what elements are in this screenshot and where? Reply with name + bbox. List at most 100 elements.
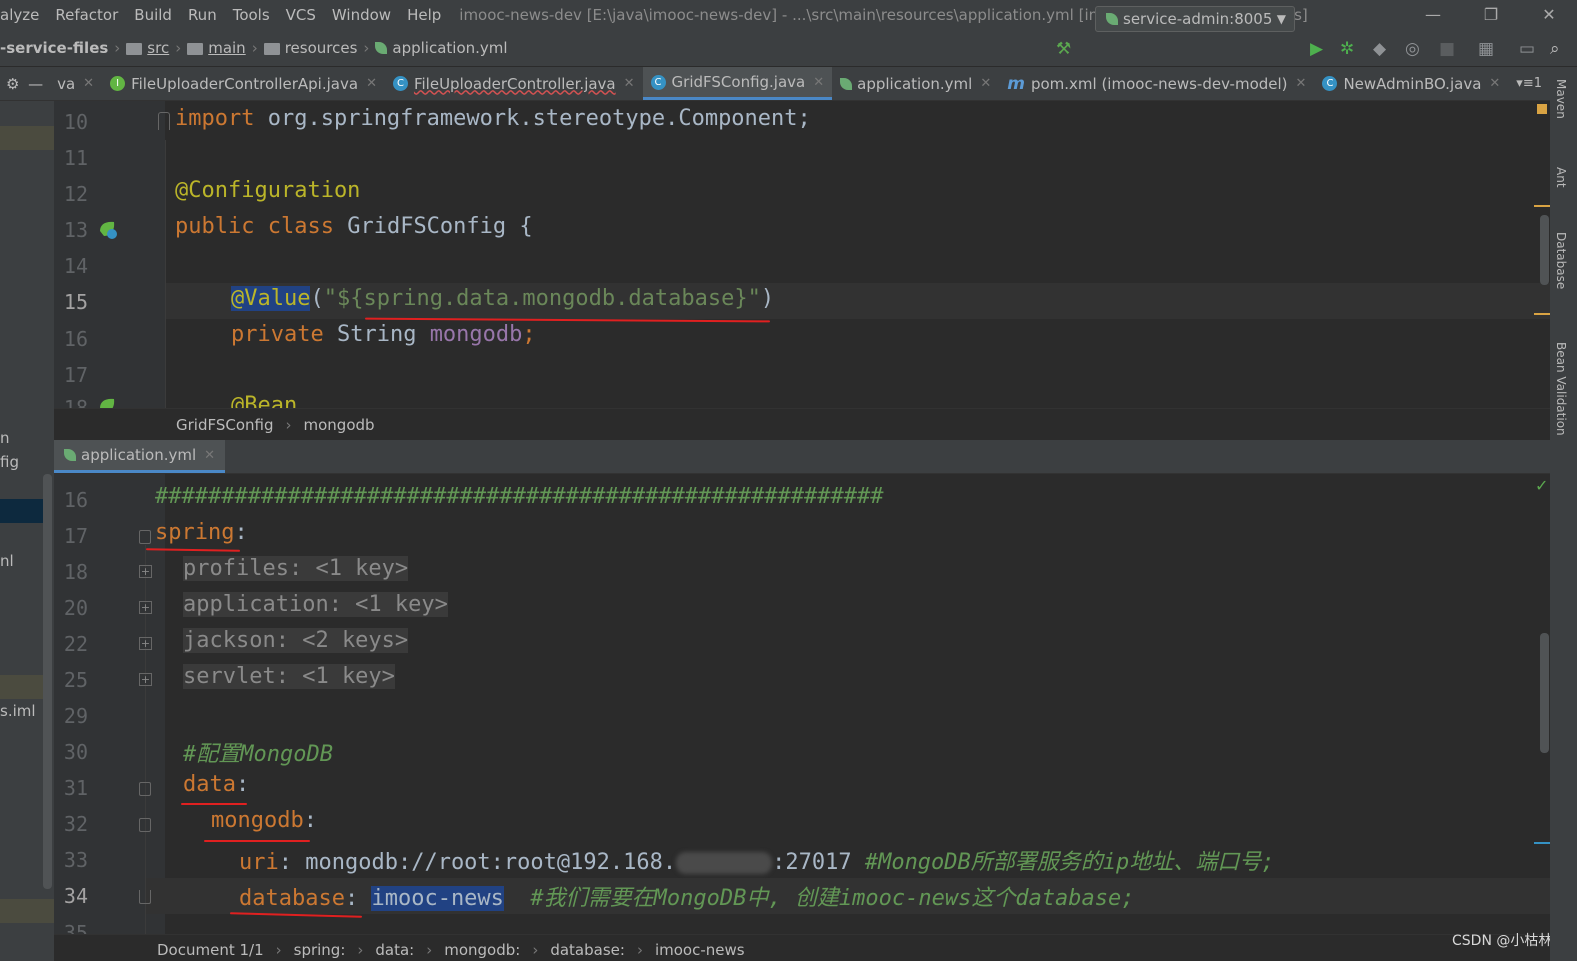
close-icon[interactable]: ✕ bbox=[204, 448, 215, 463]
right-tool-strip: Maven Ant Database Bean Validation bbox=[1550, 67, 1577, 961]
line-number: 30 bbox=[63, 740, 88, 764]
build-hammer-icon[interactable]: ⚒ bbox=[1056, 39, 1071, 59]
tabs-overflow-button[interactable]: ▾≡1 bbox=[1508, 67, 1550, 100]
ide-window: alyze Refactor Build Run Tools VCS Windo… bbox=[0, 0, 1577, 961]
debug-bug-icon[interactable]: ✲ bbox=[1340, 39, 1354, 59]
expand-plus-icon[interactable]: + bbox=[139, 673, 152, 686]
tab-newadminbo[interactable]: C NewAdminBO.java ✕ bbox=[1314, 67, 1508, 100]
tab-gridfsconfig[interactable]: C GridFSConfig.java ✕ bbox=[642, 67, 833, 100]
info-stripe-mark[interactable] bbox=[1534, 842, 1550, 844]
crumb-module[interactable]: -service-files › bbox=[0, 39, 126, 57]
yml-line-22[interactable]: jackson: <2 keys> bbox=[183, 628, 409, 653]
fold-marker-icon[interactable] bbox=[139, 782, 151, 796]
chevron-right-icon: › bbox=[114, 38, 121, 57]
tab-fileuploadercontroller[interactable]: C FileUploaderController.java ✕ bbox=[385, 67, 643, 100]
expand-plus-icon[interactable]: + bbox=[139, 601, 152, 614]
gear-icon[interactable]: ⚙ bbox=[6, 75, 19, 93]
minimize-button[interactable]: — bbox=[1413, 0, 1453, 29]
coverage-icon[interactable]: ◆ bbox=[1373, 39, 1386, 59]
yml-line-25[interactable]: servlet: <1 key> bbox=[183, 664, 395, 689]
class-icon: C bbox=[650, 74, 666, 90]
line-number: 11 bbox=[63, 146, 88, 170]
yml-line-17: spring: bbox=[155, 520, 248, 545]
close-button[interactable]: ✕ bbox=[1529, 0, 1569, 29]
breadcrumb-field[interactable]: mongodb bbox=[304, 416, 375, 434]
indent-guide bbox=[165, 140, 166, 408]
spring-bean-gutter-icon[interactable] bbox=[97, 396, 119, 408]
menu-window[interactable]: Window bbox=[324, 6, 399, 24]
fold-marker-icon[interactable] bbox=[139, 818, 151, 832]
fold-marker-icon[interactable] bbox=[139, 890, 151, 904]
crumb-resources[interactable]: resources › bbox=[263, 39, 376, 57]
menu-tools[interactable]: Tools bbox=[225, 6, 278, 24]
maven-tool-button[interactable]: Maven bbox=[1554, 79, 1568, 119]
close-icon[interactable]: ✕ bbox=[366, 76, 377, 91]
expand-plus-icon[interactable]: + bbox=[139, 637, 152, 650]
breadcrumb-yaml-key[interactable]: spring: bbox=[294, 941, 346, 959]
menu-run[interactable]: Run bbox=[180, 6, 225, 24]
search-icon[interactable]: ⌕ bbox=[1550, 39, 1560, 59]
error-stripe-mark[interactable] bbox=[1534, 313, 1550, 315]
expand-plus-icon[interactable]: + bbox=[139, 565, 152, 578]
tab-application-yml[interactable]: application.yml ✕ bbox=[832, 67, 999, 100]
line-number: 32 bbox=[63, 812, 88, 836]
profiler-icon[interactable]: ◎ bbox=[1405, 39, 1420, 59]
breadcrumb-class[interactable]: GridFSConfig bbox=[176, 416, 274, 434]
line-number: 22 bbox=[63, 632, 88, 656]
menu-vcs[interactable]: VCS bbox=[278, 6, 324, 24]
line-number: 20 bbox=[63, 596, 88, 620]
breadcrumb-yaml-value[interactable]: imooc-news bbox=[655, 941, 745, 959]
crumb-file[interactable]: application.yml bbox=[375, 39, 508, 57]
breadcrumb-document[interactable]: Document 1/1 bbox=[157, 941, 264, 959]
project-item[interactable]: n bbox=[0, 429, 10, 447]
tab-fileuploadercontrollerapi[interactable]: I FileUploaderControllerApi.java ✕ bbox=[102, 67, 385, 100]
menu-refactor[interactable]: Refactor bbox=[47, 6, 126, 24]
run-configuration-select[interactable]: service-admin:8005 ▼ bbox=[1095, 6, 1295, 32]
chevron-right-icon: › bbox=[175, 38, 182, 57]
fold-marker-icon[interactable] bbox=[139, 530, 151, 544]
layout-icon[interactable]: ▭ bbox=[1519, 39, 1535, 59]
close-icon[interactable]: ✕ bbox=[624, 76, 635, 91]
close-icon[interactable]: ✕ bbox=[83, 76, 94, 91]
project-item[interactable]: fig bbox=[0, 453, 19, 471]
tab-application-yml-split[interactable]: application.yml ✕ bbox=[54, 440, 226, 473]
database-tool-button[interactable]: Database bbox=[1554, 232, 1568, 289]
menu-build[interactable]: Build bbox=[126, 6, 180, 24]
project-structure-icon[interactable]: ▦ bbox=[1478, 39, 1494, 59]
scrollbar-thumb[interactable] bbox=[1540, 215, 1549, 285]
run-icon[interactable]: ▶ bbox=[1310, 39, 1323, 59]
scrollbar-thumb[interactable] bbox=[43, 474, 52, 889]
line-number: 14 bbox=[63, 254, 88, 278]
spring-bean-gutter-icon[interactable] bbox=[97, 219, 119, 241]
yml-line-18[interactable]: profiles: <1 key> bbox=[183, 556, 409, 581]
restore-button[interactable]: ❐ bbox=[1471, 0, 1511, 29]
ant-tool-button[interactable]: Ant bbox=[1554, 167, 1568, 188]
close-icon[interactable]: ✕ bbox=[813, 75, 824, 90]
breadcrumb-yaml-key[interactable]: mongodb: bbox=[444, 941, 520, 959]
breadcrumb-yaml-key[interactable]: database: bbox=[550, 941, 625, 959]
spring-leaf-icon bbox=[64, 449, 76, 461]
bean-validation-tool-button[interactable]: Bean Validation bbox=[1554, 342, 1568, 436]
warning-marker[interactable] bbox=[1537, 104, 1547, 114]
project-panel-controls: ⚙ — bbox=[0, 67, 49, 100]
code-line-10: import org.springframework.stereotype.Co… bbox=[175, 106, 811, 131]
line-number: 12 bbox=[63, 182, 88, 206]
scrollbar-thumb[interactable] bbox=[1540, 633, 1549, 753]
menu-analyze[interactable]: alyze bbox=[0, 6, 47, 24]
fold-marker-icon[interactable] bbox=[158, 112, 170, 130]
menu-help[interactable]: Help bbox=[399, 6, 449, 24]
close-icon[interactable]: ✕ bbox=[1296, 76, 1307, 91]
tab-truncated[interactable]: va ✕ bbox=[49, 67, 102, 100]
collapse-icon[interactable]: — bbox=[28, 75, 43, 93]
close-icon[interactable]: ✕ bbox=[980, 76, 991, 91]
breadcrumb-yaml-key[interactable]: data: bbox=[375, 941, 414, 959]
stop-icon[interactable]: ■ bbox=[1439, 39, 1455, 59]
project-item[interactable]: nl bbox=[0, 552, 14, 570]
crumb-main[interactable]: main › bbox=[187, 39, 263, 57]
close-icon[interactable]: ✕ bbox=[1489, 76, 1500, 91]
yml-line-20[interactable]: application: <1 key> bbox=[183, 592, 448, 617]
crumb-src[interactable]: src › bbox=[126, 39, 187, 57]
tab-pom-xml[interactable]: m pom.xml (imooc-news-dev-model) ✕ bbox=[999, 67, 1314, 100]
project-item[interactable]: s.iml bbox=[0, 702, 36, 720]
error-stripe-mark[interactable] bbox=[1534, 205, 1550, 207]
